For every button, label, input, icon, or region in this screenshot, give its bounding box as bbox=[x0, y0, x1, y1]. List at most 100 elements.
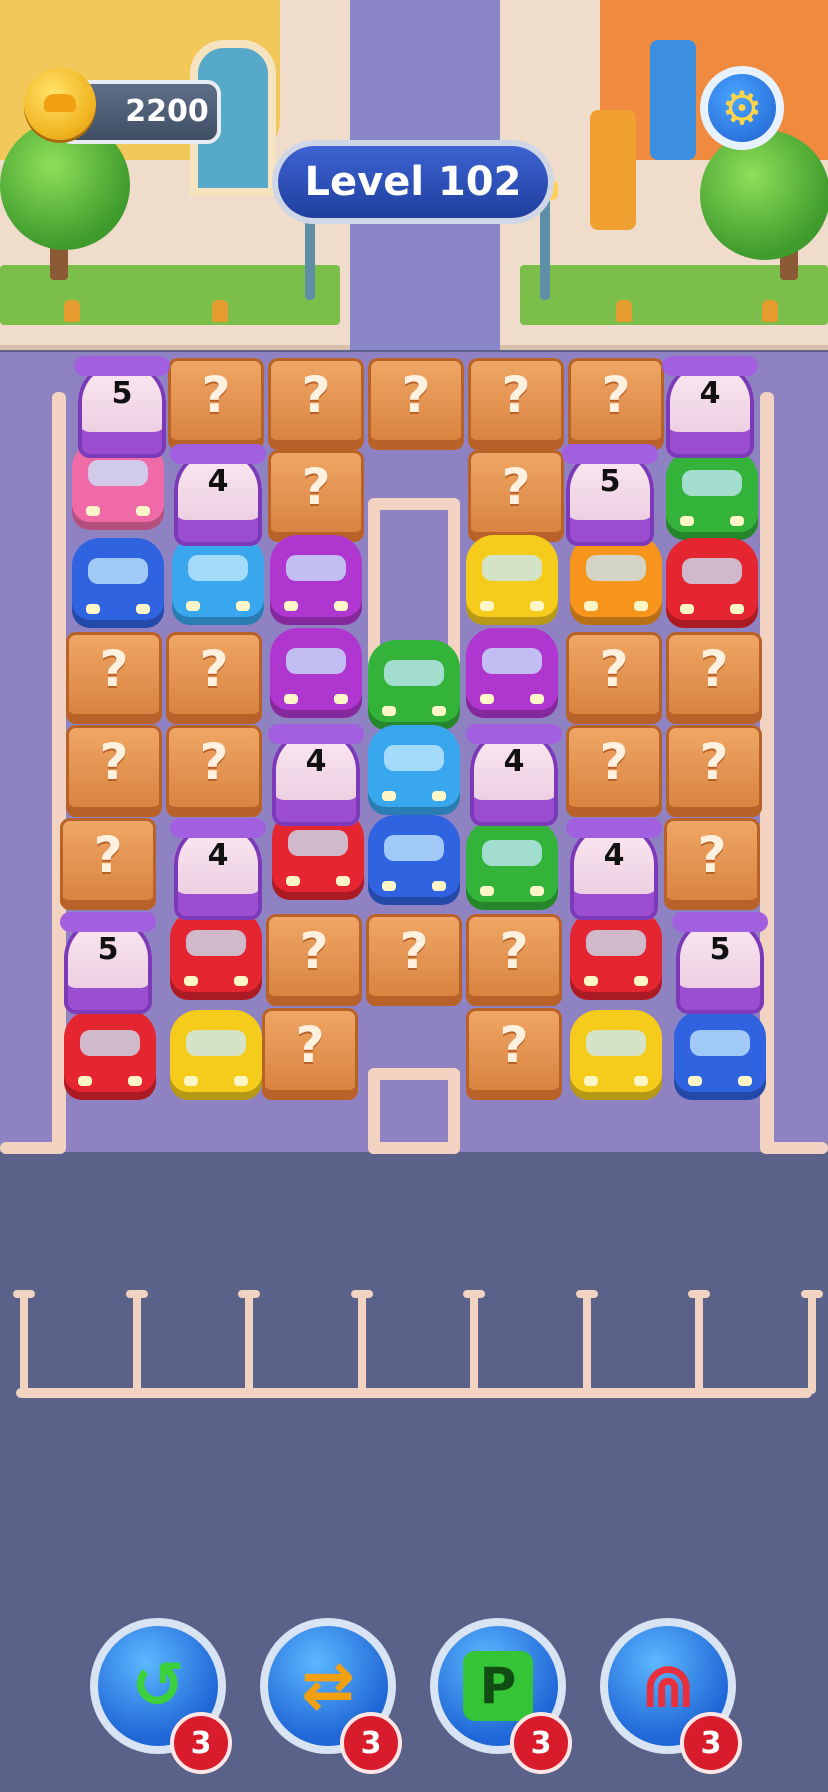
tunnel-cap bbox=[60, 912, 156, 932]
tunnel-count: 4 bbox=[207, 838, 229, 873]
question-mark: ? bbox=[201, 366, 231, 424]
headlight bbox=[634, 976, 648, 986]
fuel-pump bbox=[650, 40, 696, 160]
cyan-car[interactable] bbox=[368, 725, 460, 815]
headlight bbox=[382, 881, 396, 891]
car-window bbox=[690, 1030, 750, 1056]
headlight bbox=[334, 601, 348, 611]
mystery-crate[interactable]: ? bbox=[664, 818, 760, 910]
car-tunnel[interactable]: 4 bbox=[268, 724, 364, 826]
tunnel-cap bbox=[74, 356, 170, 376]
mystery-crate[interactable]: ? bbox=[366, 914, 462, 1006]
slot-divider bbox=[582, 1290, 591, 1394]
red-car[interactable] bbox=[666, 538, 758, 628]
question-mark: ? bbox=[501, 366, 531, 424]
purple-car[interactable] bbox=[466, 628, 558, 718]
green-car[interactable] bbox=[666, 450, 758, 540]
settings-button[interactable]: ⚙ bbox=[700, 66, 784, 150]
car-tunnel[interactable]: 4 bbox=[566, 818, 662, 920]
red-car[interactable] bbox=[64, 1010, 156, 1100]
slot-divider bbox=[695, 1290, 703, 1394]
car-window bbox=[286, 555, 346, 581]
mystery-crate[interactable]: ? bbox=[266, 914, 362, 1006]
mystery-crate[interactable]: ? bbox=[262, 1008, 358, 1100]
car-tunnel[interactable]: 5 bbox=[562, 444, 658, 546]
mystery-crate[interactable]: ? bbox=[468, 450, 564, 542]
mystery-crate[interactable]: ? bbox=[368, 358, 464, 450]
fuel-pump bbox=[590, 110, 636, 230]
undo-booster[interactable]: ↺ 3 bbox=[90, 1618, 232, 1774]
headlight bbox=[236, 601, 250, 611]
slot-divider bbox=[807, 1290, 816, 1394]
shuffle-booster[interactable]: ⇄ 3 bbox=[260, 1618, 402, 1774]
headlight bbox=[584, 601, 598, 611]
mystery-crate[interactable]: ? bbox=[66, 725, 162, 817]
red-car[interactable] bbox=[570, 910, 662, 1000]
car-window bbox=[286, 648, 346, 674]
shuffle-count: 3 bbox=[340, 1712, 402, 1774]
mystery-crate[interactable]: ? bbox=[60, 818, 156, 910]
headlight bbox=[480, 886, 494, 896]
mystery-crate[interactable]: ? bbox=[168, 358, 264, 450]
blue-car[interactable] bbox=[368, 815, 460, 905]
mystery-crate[interactable]: ? bbox=[166, 632, 262, 724]
hydrant bbox=[212, 300, 228, 322]
car-window bbox=[288, 830, 348, 856]
headlight bbox=[128, 1076, 142, 1086]
question-mark: ? bbox=[499, 922, 529, 980]
mystery-crate[interactable]: ? bbox=[566, 632, 662, 724]
mystery-crate[interactable]: ? bbox=[566, 725, 662, 817]
curb-bottom-right bbox=[760, 1142, 828, 1154]
blue-car[interactable] bbox=[72, 538, 164, 628]
headlight bbox=[336, 876, 350, 886]
mystery-crate[interactable]: ? bbox=[666, 632, 762, 724]
orange-car[interactable] bbox=[570, 535, 662, 625]
mystery-crate[interactable]: ? bbox=[666, 725, 762, 817]
headlight bbox=[730, 516, 744, 526]
car-window bbox=[188, 555, 248, 581]
mystery-crate[interactable]: ? bbox=[468, 358, 564, 450]
mystery-crate[interactable]: ? bbox=[268, 358, 364, 450]
blue-car[interactable] bbox=[674, 1010, 766, 1100]
headlight bbox=[432, 881, 446, 891]
cyan-car[interactable] bbox=[172, 535, 264, 625]
question-mark: ? bbox=[499, 1016, 529, 1074]
slot-divider bbox=[245, 1290, 253, 1394]
car-window bbox=[682, 470, 742, 496]
question-mark: ? bbox=[697, 826, 727, 884]
parking-booster[interactable]: P 3 bbox=[430, 1618, 572, 1774]
red-car[interactable] bbox=[170, 910, 262, 1000]
car-tunnel[interactable]: 4 bbox=[662, 356, 758, 458]
coin-value: 2200 bbox=[125, 94, 209, 129]
car-tunnel[interactable]: 5 bbox=[60, 912, 156, 1014]
mystery-crate[interactable]: ? bbox=[66, 632, 162, 724]
headlight bbox=[432, 706, 446, 716]
yellow-car[interactable] bbox=[170, 1010, 262, 1100]
mystery-crate[interactable]: ? bbox=[466, 1008, 562, 1100]
car-tunnel[interactable]: 4 bbox=[170, 444, 266, 546]
mystery-crate[interactable]: ? bbox=[466, 914, 562, 1006]
purple-car[interactable] bbox=[270, 628, 362, 718]
tunnel-count: 4 bbox=[603, 838, 625, 873]
question-mark: ? bbox=[501, 458, 531, 516]
purple-car[interactable] bbox=[270, 535, 362, 625]
mystery-crate[interactable]: ? bbox=[166, 725, 262, 817]
green-car[interactable] bbox=[466, 820, 558, 910]
yellow-car[interactable] bbox=[570, 1010, 662, 1100]
mystery-crate[interactable]: ? bbox=[268, 450, 364, 542]
curb-exit-bottom bbox=[368, 1142, 460, 1154]
car-tunnel[interactable]: 4 bbox=[170, 818, 266, 920]
car-tunnel[interactable]: 5 bbox=[672, 912, 768, 1014]
headlight bbox=[186, 601, 200, 611]
headlight bbox=[680, 516, 694, 526]
magnet-booster[interactable]: ⋒ 3 bbox=[600, 1618, 742, 1774]
headlight bbox=[184, 1076, 198, 1086]
green-car[interactable] bbox=[368, 640, 460, 730]
headlight bbox=[382, 706, 396, 716]
tunnel-cap bbox=[170, 444, 266, 464]
car-tunnel[interactable]: 5 bbox=[74, 356, 170, 458]
mystery-crate[interactable]: ? bbox=[568, 358, 664, 450]
headlight bbox=[634, 601, 648, 611]
car-tunnel[interactable]: 4 bbox=[466, 724, 562, 826]
yellow-car[interactable] bbox=[466, 535, 558, 625]
